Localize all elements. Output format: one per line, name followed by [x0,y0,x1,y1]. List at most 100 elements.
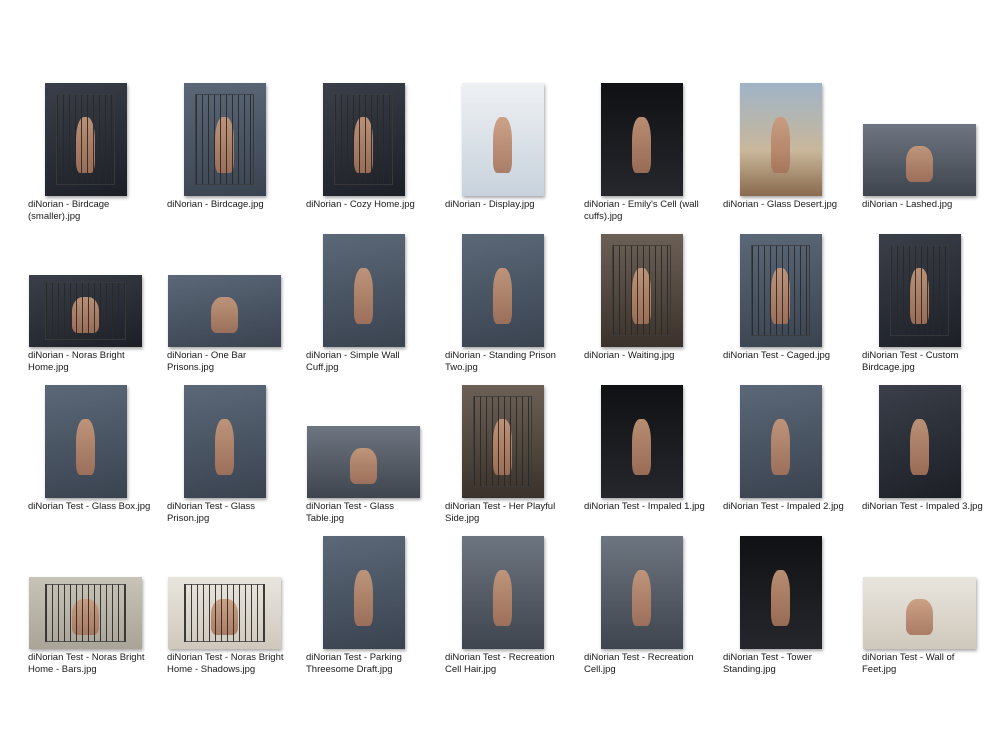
file-thumbnail[interactable] [600,536,683,649]
figure-image [770,569,791,627]
file-thumbnail[interactable] [739,83,822,196]
thumbnail-frame [433,78,572,196]
figure-image [631,569,652,627]
thumbnail-frame [850,229,989,347]
file-item[interactable]: diNorian Test - Parking Threesome Draft.… [294,531,433,682]
file-name-label: diNorian - Cozy Home.jpg [306,199,415,210]
file-name-label: diNorian - Glass Desert.jpg [723,199,838,210]
file-item[interactable]: diNorian Test - Custom Birdcage.jpg [850,229,989,380]
file-item[interactable]: diNorian Test - Impaled 3.jpg [850,380,989,531]
file-name-label: diNorian - Standing Prison Two.jpg [445,350,556,373]
thumbnail-frame [572,229,711,347]
file-thumbnail[interactable] [461,234,544,347]
file-item[interactable]: diNorian Test - Impaled 1.jpg [572,380,711,531]
file-item[interactable]: diNorian - Emily's Cell (wall cuffs).jpg [572,78,711,229]
file-thumbnail[interactable] [878,234,961,347]
file-item[interactable]: diNorian - Birdcage.jpg [155,78,294,229]
file-thumbnail[interactable] [322,536,405,649]
file-name-label: diNorian Test - Impaled 2.jpg [723,501,844,512]
figure-image [631,116,652,174]
thumbnail-frame [850,380,989,498]
file-thumbnail[interactable] [739,234,822,347]
file-name-label: diNorian Test - Parking Threesome Draft.… [306,652,402,675]
file-thumbnail[interactable] [863,577,976,649]
file-name-label: diNorian Test - Wall of Feet.jpg [862,652,955,675]
file-thumbnail[interactable] [44,83,127,196]
file-thumbnail[interactable] [44,385,127,498]
figure-image [631,418,652,476]
figure-image [492,116,513,174]
thumbnail-frame [16,229,155,347]
file-name-label: diNorian Test - Glass Table.jpg [306,501,394,524]
file-item[interactable]: diNorian Test - Caged.jpg [711,229,850,380]
file-item[interactable]: diNorian Test - Tower Standing.jpg [711,531,850,682]
file-thumbnail[interactable] [29,275,142,347]
file-name-label: diNorian - Emily's Cell (wall cuffs).jpg [584,199,699,222]
file-name-label: diNorian Test - Impaled 1.jpg [584,501,705,512]
file-item[interactable]: diNorian Test - Recreation Cell Hair.jpg [433,531,572,682]
figure-image [210,296,239,333]
file-name-label: diNorian Test - Recreation Cell.jpg [584,652,694,675]
file-item[interactable]: diNorian - Standing Prison Two.jpg [433,229,572,380]
file-thumbnail[interactable] [461,83,544,196]
file-thumbnail[interactable] [322,83,405,196]
file-item[interactable]: diNorian - Lashed.jpg [850,78,989,229]
file-item[interactable]: diNorian Test - Glass Prison.jpg [155,380,294,531]
file-item[interactable]: diNorian - Birdcage (smaller).jpg [16,78,155,229]
file-thumbnail[interactable] [168,577,281,649]
file-item[interactable]: diNorian - Simple Wall Cuff.jpg [294,229,433,380]
file-thumbnail[interactable] [739,536,822,649]
cage-bars-image [44,584,127,642]
file-item[interactable]: diNorian - Glass Desert.jpg [711,78,850,229]
thumbnail-frame [155,380,294,498]
thumbnail-frame [433,380,572,498]
file-name-label: diNorian Test - Glass Prison.jpg [167,501,255,524]
cage-bars-image [611,245,672,336]
figure-image [770,418,791,476]
file-item[interactable]: diNorian Test - Noras Bright Home - Bars… [16,531,155,682]
thumbnail-frame [572,78,711,196]
file-item[interactable]: diNorian - Cozy Home.jpg [294,78,433,229]
file-name-label: diNorian - Noras Bright Home.jpg [28,350,125,373]
thumbnail-frame [155,229,294,347]
cage-bars-image [55,94,116,185]
file-item[interactable]: diNorian - Display.jpg [433,78,572,229]
file-item[interactable]: diNorian - Noras Bright Home.jpg [16,229,155,380]
file-thumbnail[interactable] [600,385,683,498]
figure-image [905,598,934,635]
file-thumbnail[interactable] [739,385,822,498]
thumbnail-frame [155,531,294,649]
file-item[interactable]: diNorian Test - Glass Table.jpg [294,380,433,531]
file-item[interactable]: diNorian Test - Glass Box.jpg [16,380,155,531]
file-name-label: diNorian Test - Noras Bright Home - Bars… [28,652,145,675]
file-thumbnail[interactable] [863,124,976,196]
thumbnail-frame [850,78,989,196]
file-item[interactable]: diNorian - Waiting.jpg [572,229,711,380]
thumbnail-frame [16,78,155,196]
file-thumbnail[interactable] [168,275,281,347]
thumbnail-frame [711,380,850,498]
file-thumbnail[interactable] [461,536,544,649]
thumbnail-frame [711,78,850,196]
file-thumbnail[interactable] [307,426,420,498]
file-item[interactable]: diNorian Test - Her Playful Side.jpg [433,380,572,531]
file-thumbnail[interactable] [183,83,266,196]
file-name-label: diNorian - One Bar Prisons.jpg [167,350,247,373]
figure-image [353,267,374,325]
file-item[interactable]: diNorian - One Bar Prisons.jpg [155,229,294,380]
file-thumbnail[interactable] [322,234,405,347]
file-thumbnail[interactable] [29,577,142,649]
file-thumbnail[interactable] [183,385,266,498]
file-item[interactable]: diNorian Test - Recreation Cell.jpg [572,531,711,682]
file-thumbnail[interactable] [600,234,683,347]
file-thumbnail[interactable] [600,83,683,196]
figure-image [349,447,378,484]
file-thumbnail[interactable] [878,385,961,498]
file-thumbnail[interactable] [461,385,544,498]
file-item[interactable]: diNorian Test - Impaled 2.jpg [711,380,850,531]
file-item[interactable]: diNorian Test - Wall of Feet.jpg [850,531,989,682]
file-name-label: diNorian Test - Glass Box.jpg [28,501,151,512]
file-name-label: diNorian Test - Her Playful Side.jpg [445,501,556,524]
file-item[interactable]: diNorian Test - Noras Bright Home - Shad… [155,531,294,682]
thumbnail-frame [16,531,155,649]
